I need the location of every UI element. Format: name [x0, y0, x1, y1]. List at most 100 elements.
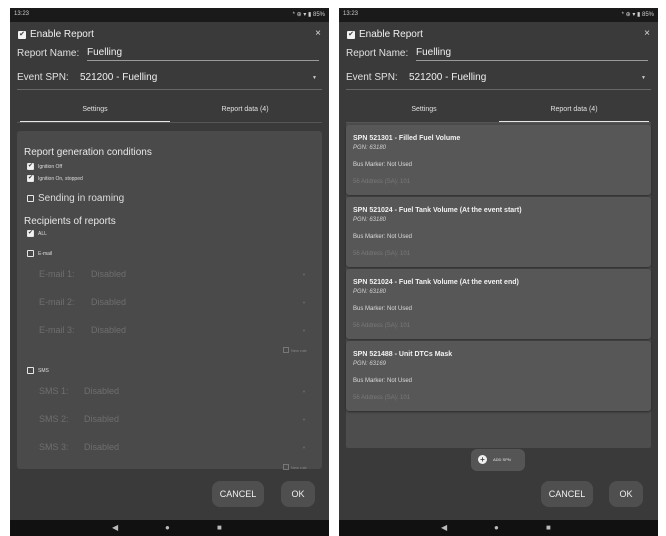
tab-report-data[interactable]: Report data (4) — [499, 106, 649, 113]
tab-settings[interactable]: Settings — [20, 106, 170, 113]
report-name-label: Report Name: — [17, 48, 80, 59]
sms-3-select[interactable]: Disabled — [84, 442, 119, 452]
event-spn-select[interactable]: 521200 - Fuelling — [80, 72, 157, 83]
back-icon[interactable]: ◀ — [112, 523, 118, 532]
sms-2-select[interactable]: Disabled — [84, 414, 119, 424]
email-1-label: E-mail 1: — [39, 269, 75, 279]
report-name-label: Report Name: — [346, 48, 409, 59]
sms-1-select[interactable]: Disabled — [84, 386, 119, 396]
report-data-screen: 13:23 * ⊕ ▾ ▮ 85% ✔ Enable Report × Repo… — [339, 8, 658, 536]
add-spn-label: ADD SPN — [493, 457, 511, 462]
sms-1-label: SMS 1: — [39, 386, 69, 396]
roaming-checkbox[interactable] — [27, 195, 34, 202]
spn-source-address: 56 Address (SA): 101 — [353, 251, 411, 257]
all-checkbox[interactable] — [27, 229, 34, 237]
spn-list: SPN 521301 - Filled Fuel Volume PGN: 631… — [346, 123, 651, 448]
sms-label: SMS — [38, 368, 49, 374]
ok-button[interactable]: OK — [281, 481, 315, 507]
spn-card[interactable]: SPN 521301 - Filled Fuel Volume PGN: 631… — [346, 125, 651, 195]
add-spn-button[interactable]: + ADD SPN — [471, 449, 525, 471]
sms-new-rule-label: New rule — [291, 465, 307, 470]
dialog-title: Enable Report — [30, 29, 94, 40]
divider — [17, 89, 322, 90]
enable-report-checkbox[interactable]: ✔ — [18, 31, 26, 39]
nav-bar: ◀ ● ■ — [339, 520, 658, 536]
settings-panel: Report generation conditions Ignition Of… — [17, 131, 322, 470]
sms-checkbox[interactable] — [27, 367, 34, 374]
dropdown-arrow-icon[interactable]: ▼ — [641, 75, 646, 81]
cancel-button[interactable]: CANCEL — [212, 481, 264, 507]
ignition-on-stopped-label: Ignition On, stopped — [38, 176, 83, 182]
chevron-down-icon: ▼ — [302, 445, 306, 450]
spn-source-address: 56 Address (SA): 101 — [353, 323, 411, 329]
chevron-down-icon: ▼ — [302, 328, 306, 333]
dialog-title: Enable Report — [359, 29, 423, 40]
plus-icon: + — [478, 455, 487, 464]
spn-title: SPN 521024 - Fuel Tank Volume (At the ev… — [353, 279, 519, 286]
spn-pgn: PGN: 63180 — [353, 145, 387, 151]
status-bar: 13:23 * ⊕ ▾ ▮ 85% — [10, 8, 329, 22]
home-icon[interactable]: ● — [494, 523, 499, 532]
chevron-down-icon: ▼ — [302, 417, 306, 422]
email-label: E-mail — [38, 251, 53, 257]
recent-apps-icon[interactable]: ■ — [546, 523, 551, 532]
spn-source-address: 56 Address (SA): 101 — [353, 395, 411, 401]
status-time: 13:23 — [343, 11, 359, 17]
cancel-button[interactable]: CANCEL — [541, 481, 593, 507]
email-2-select[interactable]: Disabled — [91, 297, 126, 307]
tab-report-data[interactable]: Report data (4) — [170, 106, 320, 113]
ok-button[interactable]: OK — [609, 481, 643, 507]
report-name-input[interactable]: Fuelling — [87, 47, 319, 61]
tab-settings[interactable]: Settings — [349, 106, 499, 113]
email-checkbox[interactable] — [27, 250, 34, 257]
spn-title: SPN 521024 - Fuel Tank Volume (At the ev… — [353, 207, 522, 214]
gen-conditions-title: Report generation conditions — [24, 147, 152, 158]
spn-card[interactable]: SPN 521024 - Fuel Tank Volume (At the ev… — [346, 269, 651, 339]
home-icon[interactable]: ● — [165, 523, 170, 532]
event-spn-label: Event SPN: — [346, 72, 398, 83]
spn-pgn: PGN: 63180 — [353, 217, 387, 223]
spn-card[interactable]: SPN 521024 - Fuel Tank Volume (At the ev… — [346, 197, 651, 267]
settings-screen: 13:23 * ⊕ ▾ ▮ 85% ✔ Enable Report × Repo… — [10, 8, 329, 536]
email-2-label: E-mail 2: — [39, 297, 75, 307]
spn-bus-marker: Bus Marker: Not Used — [353, 234, 413, 240]
recipients-title: Recipients of reports — [24, 216, 116, 227]
event-spn-label: Event SPN: — [17, 72, 69, 83]
ignition-on-stopped-checkbox[interactable] — [27, 174, 34, 182]
spn-source-address: 56 Address (SA): 101 — [353, 179, 411, 185]
spn-card[interactable]: SPN 521488 - Unit DTCs Mask PGN: 63169 B… — [346, 341, 651, 411]
spn-title: SPN 521301 - Filled Fuel Volume — [353, 135, 461, 142]
close-icon[interactable]: × — [644, 28, 650, 39]
chevron-down-icon: ▼ — [302, 272, 306, 277]
event-spn-select[interactable]: 521200 - Fuelling — [409, 72, 486, 83]
roaming-label: Sending in roaming — [38, 193, 125, 204]
sms-3-label: SMS 3: — [39, 442, 69, 452]
report-name-input[interactable]: Fuelling — [416, 47, 648, 61]
status-icons: * ⊕ ▾ ▮ 85% — [292, 12, 325, 18]
all-label: ALL — [38, 231, 47, 237]
email-1-select[interactable]: Disabled — [91, 269, 126, 279]
spn-bus-marker: Bus Marker: Not Used — [353, 162, 413, 168]
ignition-off-label: Ignition Off — [38, 164, 63, 170]
chevron-down-icon: ▼ — [302, 300, 306, 305]
nav-bar: ◀ ● ■ — [10, 520, 329, 536]
spn-pgn: PGN: 63169 — [353, 361, 387, 367]
tab-divider — [17, 122, 322, 123]
sms-new-rule-checkbox[interactable] — [283, 464, 289, 470]
spn-bus-marker: Bus Marker: Not Used — [353, 378, 413, 384]
sms-2-label: SMS 2: — [39, 414, 69, 424]
back-icon[interactable]: ◀ — [441, 523, 447, 532]
email-3-select[interactable]: Disabled — [91, 325, 126, 335]
status-time: 13:23 — [14, 11, 30, 17]
divider — [346, 89, 651, 90]
status-bar: 13:23 * ⊕ ▾ ▮ 85% — [339, 8, 658, 22]
status-icons: * ⊕ ▾ ▮ 85% — [621, 12, 654, 18]
close-icon[interactable]: × — [315, 28, 321, 39]
email-new-rule-checkbox[interactable] — [283, 347, 289, 353]
recent-apps-icon[interactable]: ■ — [217, 523, 222, 532]
email-3-label: E-mail 3: — [39, 325, 75, 335]
enable-report-checkbox[interactable]: ✔ — [347, 31, 355, 39]
dropdown-arrow-icon[interactable]: ▼ — [312, 75, 317, 81]
spn-title: SPN 521488 - Unit DTCs Mask — [353, 351, 453, 358]
ignition-off-checkbox[interactable] — [27, 162, 34, 170]
